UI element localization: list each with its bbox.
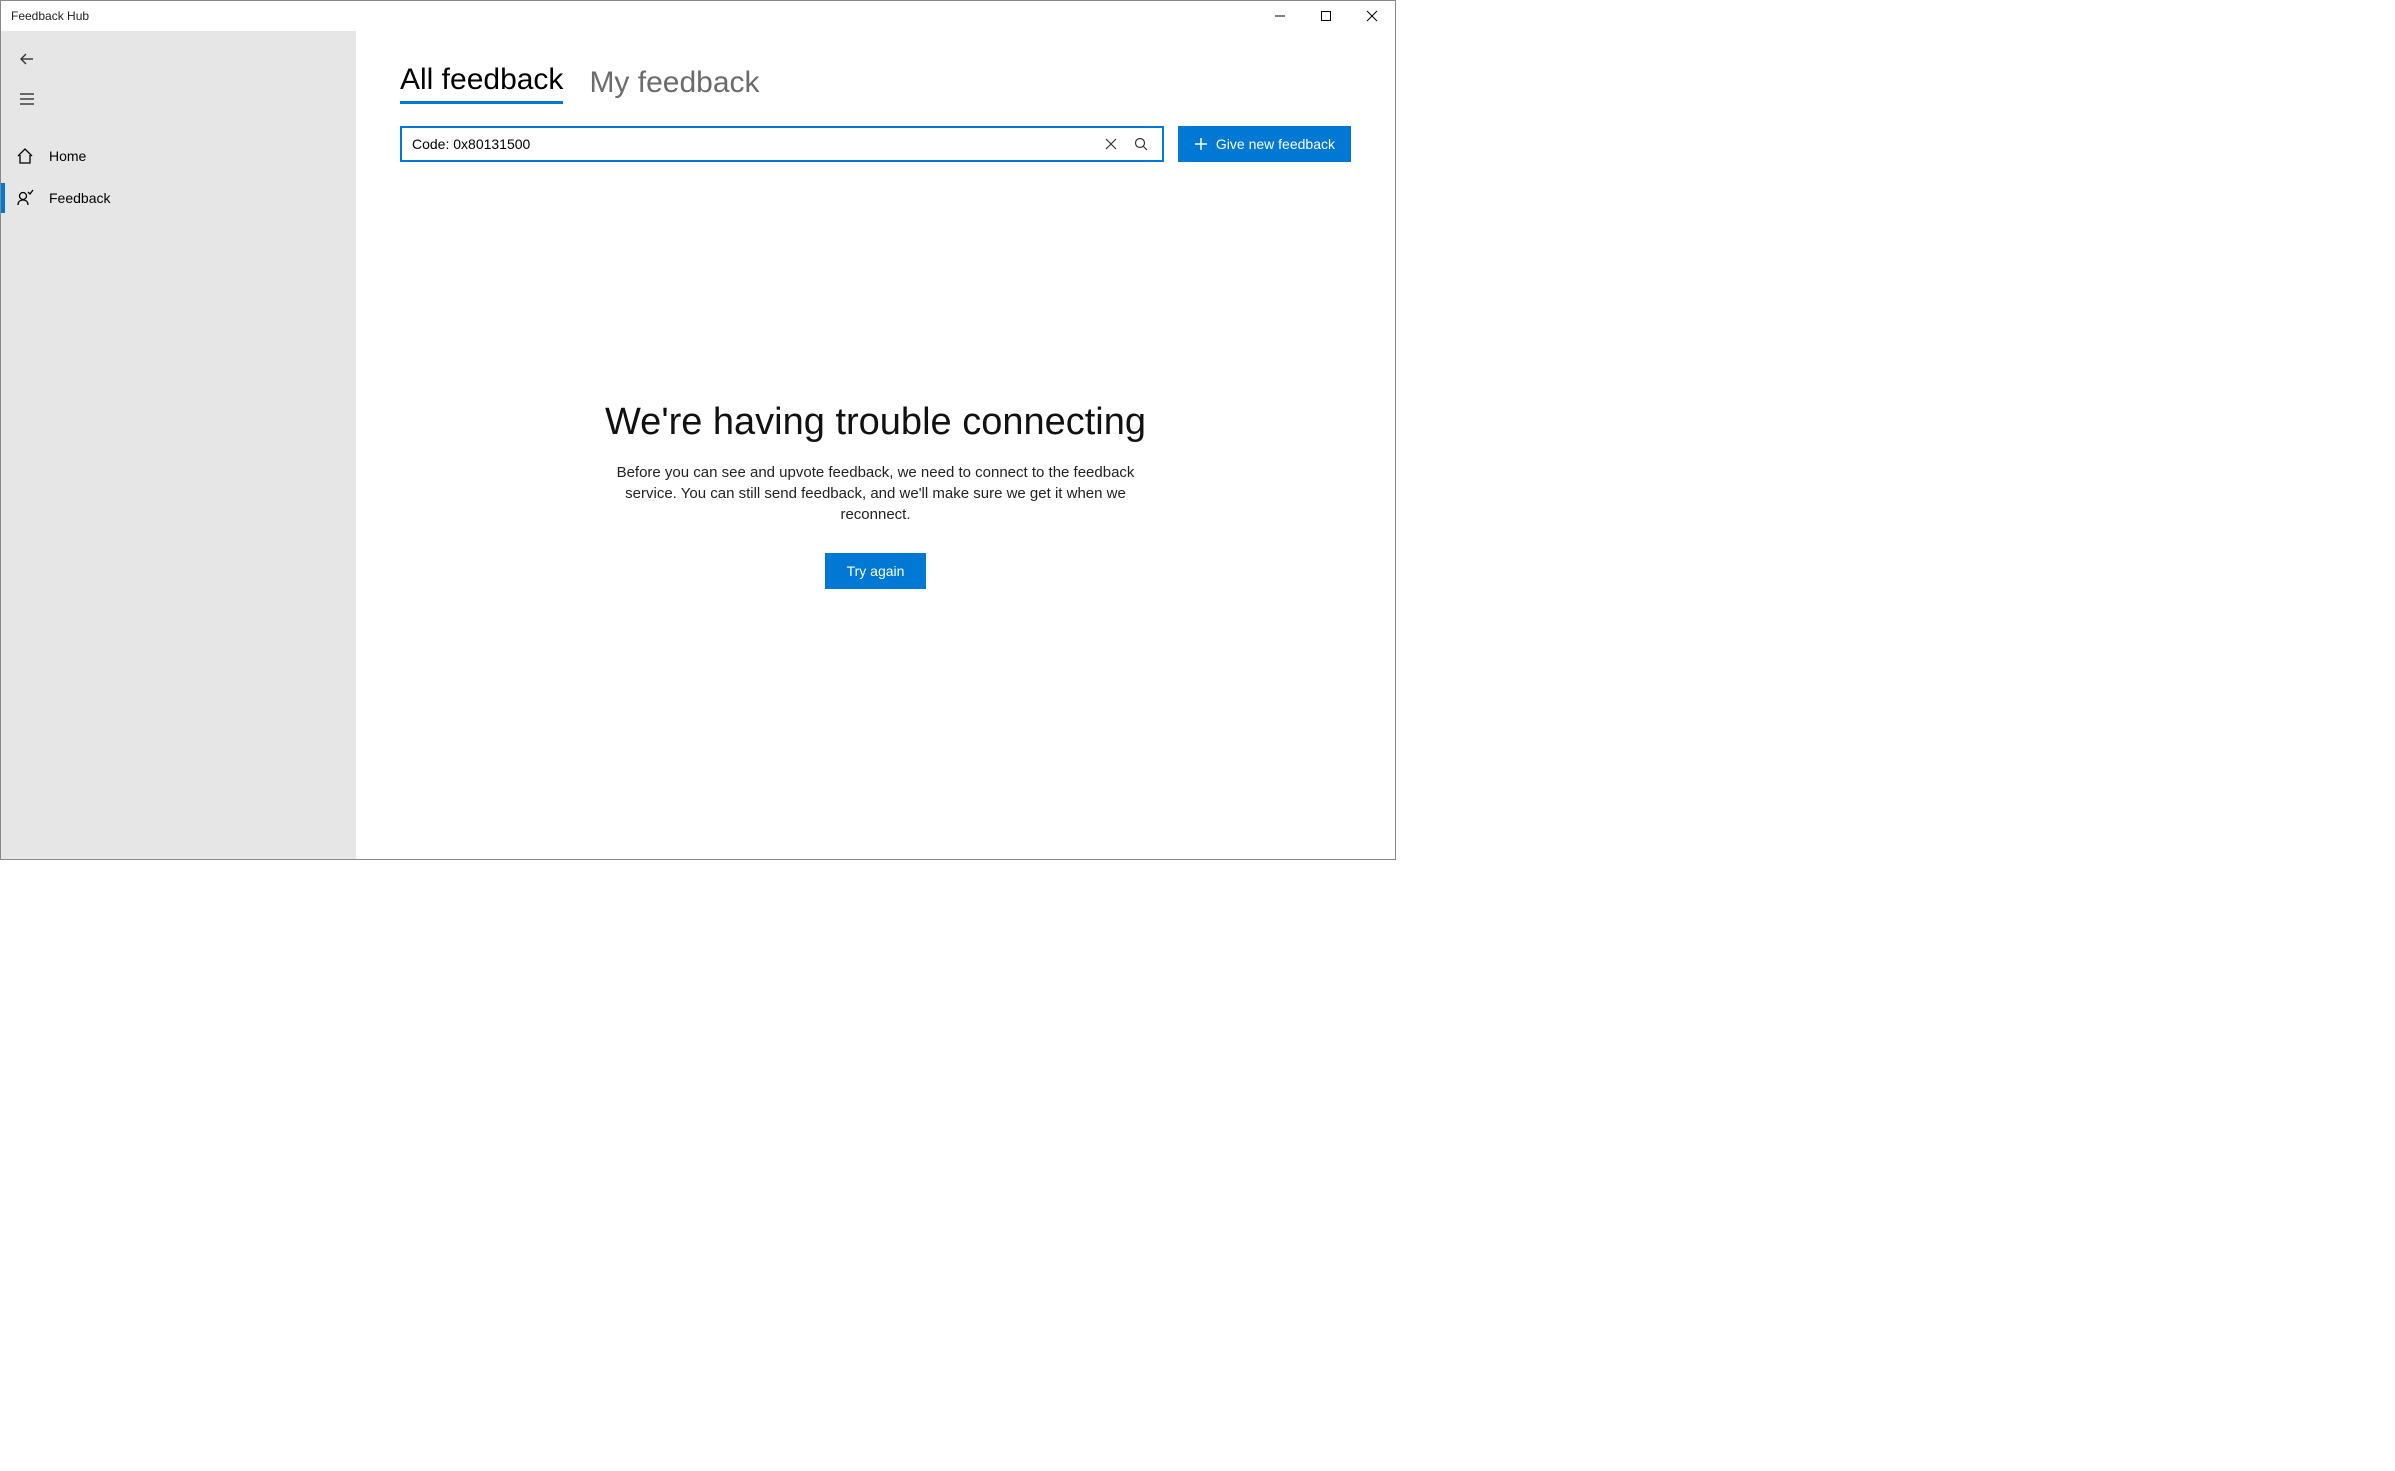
error-heading: We're having trouble connecting bbox=[605, 401, 1146, 444]
sidebar-item-feedback[interactable]: Feedback bbox=[1, 177, 356, 219]
plus-icon bbox=[1194, 137, 1208, 151]
search-button[interactable] bbox=[1126, 129, 1156, 159]
tab-my-feedback[interactable]: My feedback bbox=[589, 66, 759, 104]
sidebar-item-label: Home bbox=[49, 148, 86, 164]
give-new-feedback-button[interactable]: Give new feedback bbox=[1178, 126, 1351, 162]
main-content: All feedback My feedback Give new feedba… bbox=[356, 31, 1395, 859]
close-button[interactable] bbox=[1349, 1, 1395, 31]
back-button[interactable] bbox=[7, 39, 47, 79]
search-row: Give new feedback bbox=[400, 126, 1351, 162]
hamburger-icon bbox=[18, 90, 36, 108]
back-arrow-icon bbox=[18, 50, 36, 68]
window-title: Feedback Hub bbox=[1, 9, 1257, 23]
hamburger-button[interactable] bbox=[7, 79, 47, 119]
tab-all-feedback[interactable]: All feedback bbox=[400, 63, 563, 104]
maximize-icon bbox=[1320, 10, 1332, 22]
close-icon bbox=[1366, 10, 1378, 22]
search-icon bbox=[1134, 137, 1148, 151]
maximize-button[interactable] bbox=[1303, 1, 1349, 31]
window-controls bbox=[1257, 1, 1395, 31]
give-new-feedback-label: Give new feedback bbox=[1216, 136, 1335, 152]
sidebar-item-home[interactable]: Home bbox=[1, 135, 356, 177]
sidebar: Home Feedback bbox=[1, 31, 356, 859]
x-icon bbox=[1104, 137, 1118, 151]
minimize-icon bbox=[1274, 10, 1286, 22]
search-field-wrapper bbox=[400, 126, 1164, 162]
app-body: Home Feedback All feedback My feedback bbox=[1, 31, 1395, 859]
minimize-button[interactable] bbox=[1257, 1, 1303, 31]
home-icon bbox=[15, 146, 35, 166]
titlebar: Feedback Hub bbox=[1, 1, 1395, 31]
sidebar-item-label: Feedback bbox=[49, 190, 110, 206]
search-input[interactable] bbox=[412, 136, 1096, 152]
try-again-button[interactable]: Try again bbox=[825, 553, 927, 589]
app-window: Feedback Hub bbox=[0, 0, 1396, 860]
feedback-icon bbox=[15, 188, 35, 208]
clear-search-button[interactable] bbox=[1096, 129, 1126, 159]
connection-error-panel: We're having trouble connecting Before y… bbox=[400, 162, 1351, 827]
tab-bar: All feedback My feedback bbox=[400, 63, 1351, 104]
error-body: Before you can see and upvote feedback, … bbox=[596, 462, 1156, 525]
